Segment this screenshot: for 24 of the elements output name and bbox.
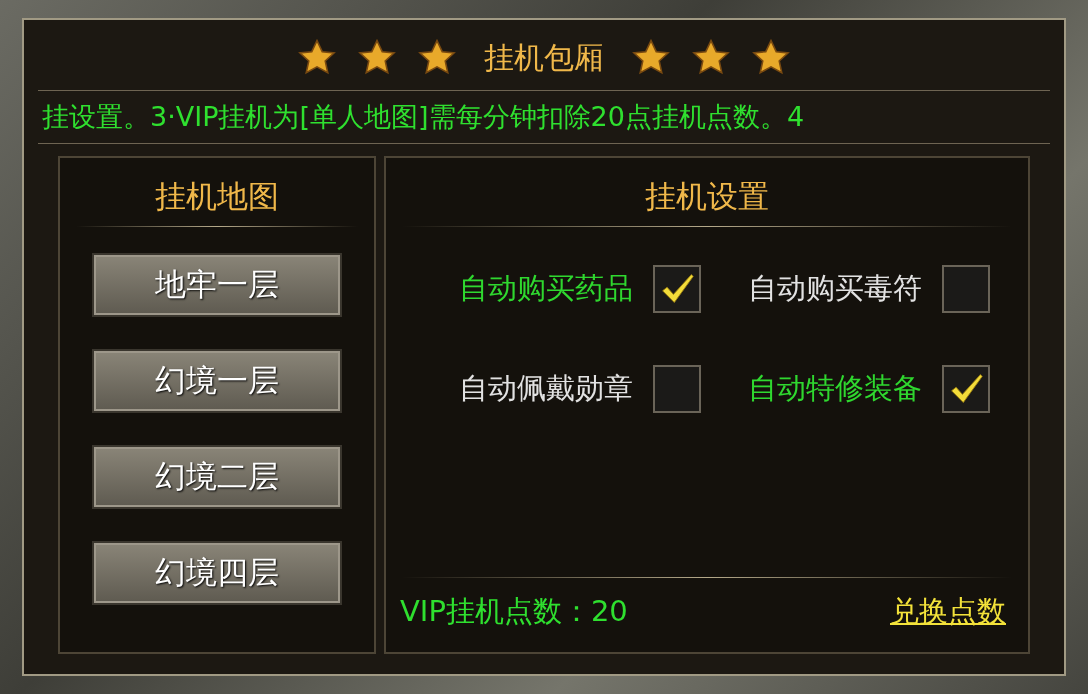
panel-title: 挂机地图: [154, 177, 280, 216]
map-button[interactable]: 幻境二层: [92, 445, 342, 509]
option-label: 自动购买毒符: [748, 270, 922, 307]
star-icon: [752, 39, 790, 77]
window-title: 挂机包厢: [484, 38, 604, 77]
map-button[interactable]: 地牢一层: [92, 253, 342, 317]
map-button[interactable]: 幻境四层: [92, 541, 342, 605]
star-icon: [418, 39, 456, 77]
star-icon: [298, 39, 336, 77]
points-text: VIP挂机点数：20: [400, 593, 628, 630]
star-icon: [358, 39, 396, 77]
star-icon: [632, 39, 670, 77]
checkbox[interactable]: [653, 365, 701, 413]
panel-title: 挂机设置: [644, 177, 770, 216]
map-button[interactable]: 幻境一层: [92, 349, 342, 413]
checkbox[interactable]: [942, 265, 990, 313]
exchange-link[interactable]: 兑换点数: [890, 592, 1006, 632]
notice-text: 挂设置。3·VIP挂机为[单人地图]需每分钟扣除20点挂机点数。4: [42, 100, 805, 134]
checkbox[interactable]: [942, 365, 990, 413]
option-label: 自动佩戴勋章: [459, 370, 633, 407]
star-icon: [692, 39, 730, 77]
option-label: 自动特修装备: [748, 370, 922, 407]
checkbox[interactable]: [653, 265, 701, 313]
option-label: 自动购买药品: [459, 270, 633, 307]
